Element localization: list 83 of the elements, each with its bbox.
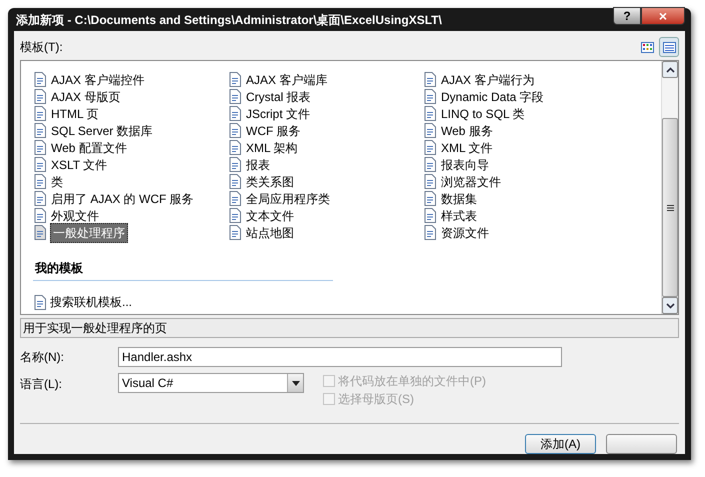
template-item[interactable]: XSLT 文件 <box>50 156 108 174</box>
description-bar: 用于实现一般处理程序的页 <box>20 318 679 338</box>
template-item[interactable]: Dynamic Data 字段 <box>440 88 545 106</box>
file-icon <box>228 123 242 138</box>
file-icon <box>228 72 242 87</box>
file-icon <box>33 123 47 138</box>
file-icon <box>228 106 242 121</box>
section-heading: 我的模板 <box>35 261 83 275</box>
template-item[interactable]: 搜索联机模板... <box>50 293 132 311</box>
scroll-up-icon[interactable] <box>666 66 674 72</box>
template-item[interactable]: 外观文件 <box>50 206 100 224</box>
language-dropdown[interactable]: Visual C# <box>118 373 304 393</box>
file-icon <box>423 191 437 206</box>
file-icon <box>423 123 437 138</box>
file-icon <box>33 72 47 87</box>
file-icon <box>423 140 437 155</box>
help-button[interactable]: ? <box>613 6 641 24</box>
template-item[interactable]: AJAX 客户端库 <box>245 70 328 88</box>
template-item[interactable]: Web 配置文件 <box>50 138 128 156</box>
list-view-icon <box>662 42 676 52</box>
file-icon <box>33 294 47 310</box>
template-item[interactable]: 报表 <box>245 156 271 174</box>
template-item[interactable]: 全局应用程序类 <box>245 190 331 208</box>
template-item[interactable]: XML 架构 <box>245 138 299 156</box>
file-icon <box>423 208 437 223</box>
file-icon <box>228 157 242 172</box>
file-icon <box>33 208 47 223</box>
file-icon <box>423 89 437 104</box>
file-icon <box>423 106 437 121</box>
file-icon <box>33 89 47 104</box>
template-item[interactable]: 站点地图 <box>245 224 295 242</box>
language-label: 语言(L): <box>20 376 63 393</box>
grid-view-icon <box>640 42 654 52</box>
file-icon <box>33 174 47 189</box>
template-item[interactable]: XML 文件 <box>440 138 494 156</box>
template-item[interactable]: 类 <box>50 172 64 190</box>
checkbox-label: 选择母版页(S) <box>338 391 414 408</box>
close-button[interactable]: × <box>641 6 685 24</box>
file-icon <box>423 72 437 87</box>
template-item[interactable]: 资源文件 <box>440 224 490 242</box>
template-item[interactable]: 报表向导 <box>440 156 490 174</box>
file-icon <box>423 157 437 172</box>
scroll-down-icon[interactable] <box>666 302 674 308</box>
file-icon <box>423 225 437 240</box>
file-icon <box>228 174 242 189</box>
file-icon <box>33 106 47 121</box>
file-icon <box>228 208 242 223</box>
list-view-button[interactable] <box>659 37 679 57</box>
dialog-button[interactable] <box>606 434 677 454</box>
file-icon <box>33 140 47 155</box>
template-item[interactable]: 启用了 AJAX 的 WCF 服务 <box>50 190 195 208</box>
dropdown-caret-icon <box>292 380 300 386</box>
template-item[interactable]: JScript 文件 <box>245 104 312 122</box>
file-icon <box>33 225 47 240</box>
grip-icon <box>666 204 674 210</box>
dialog-button[interactable]: 添加(A) <box>525 434 596 454</box>
templates-label: 模板(T): <box>20 39 63 56</box>
template-item[interactable]: 类关系图 <box>245 172 295 190</box>
checkbox-label: 将代码放在单独的文件中(P) <box>338 373 486 390</box>
file-icon <box>33 157 47 172</box>
template-item[interactable]: 文本文件 <box>245 206 295 224</box>
file-icon <box>423 174 437 189</box>
template-item[interactable]: Crystal 报表 <box>245 88 312 106</box>
name-input[interactable]: Handler.ashx <box>118 347 562 367</box>
template-item[interactable]: Web 服务 <box>440 122 494 140</box>
file-icon <box>228 191 242 206</box>
window-title: 添加新项 - C:\Documents and Settings\Administrator\桌面\ExcelUsingXSLT\ <box>16 12 442 28</box>
name-label: 名称(N): <box>20 349 65 366</box>
file-icon <box>228 225 242 240</box>
template-item[interactable]: WCF 服务 <box>245 122 302 140</box>
file-icon <box>228 140 242 155</box>
template-item[interactable]: 一般处理程序 <box>50 222 128 242</box>
template-item[interactable]: SQL Server 数据库 <box>50 122 154 140</box>
template-item[interactable]: 样式表 <box>440 206 478 224</box>
file-icon <box>228 89 242 104</box>
template-item[interactable]: 浏览器文件 <box>440 172 502 190</box>
template-item[interactable]: 数据集 <box>440 190 478 208</box>
template-item[interactable]: LINQ to SQL 类 <box>440 104 526 122</box>
template-item[interactable]: HTML 页 <box>50 104 100 122</box>
template-item[interactable]: AJAX 母版页 <box>50 88 122 106</box>
file-icon <box>33 191 47 206</box>
template-item[interactable]: AJAX 客户端控件 <box>50 70 146 88</box>
template-item[interactable]: AJAX 客户端行为 <box>440 70 536 88</box>
